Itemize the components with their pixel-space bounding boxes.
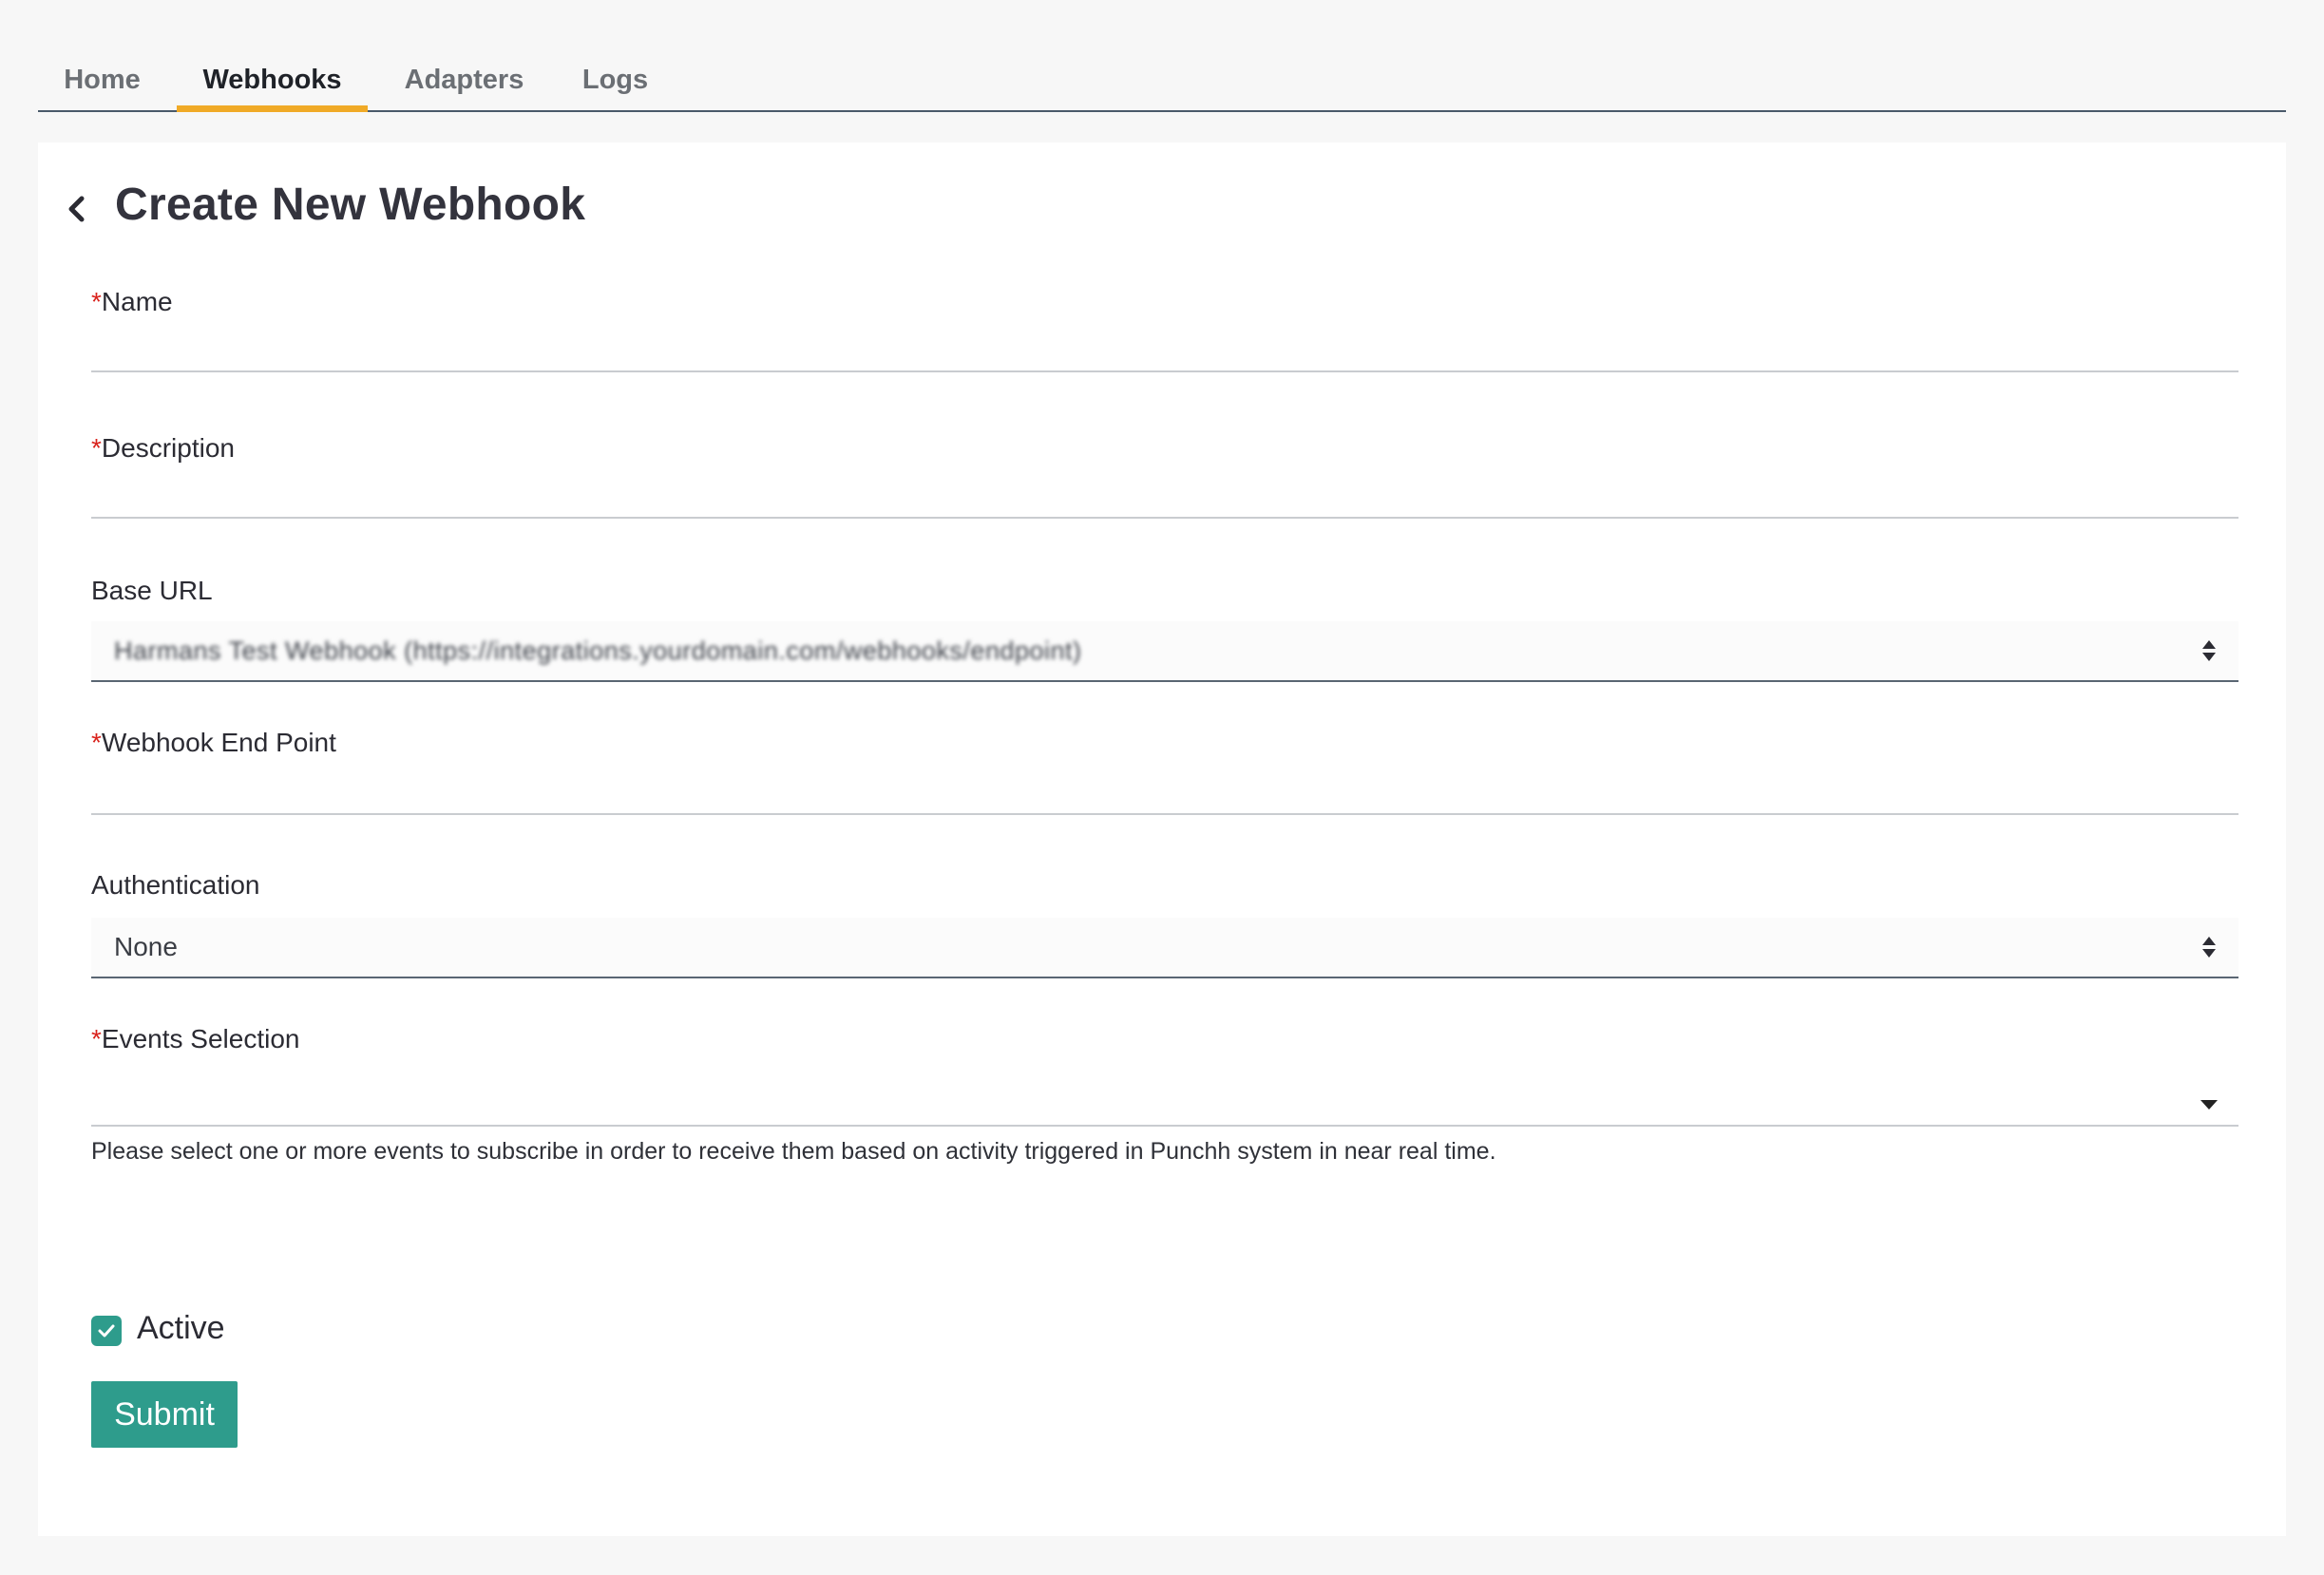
description-field-group: *Description	[91, 429, 2238, 534]
events-field-group: *Events Selection	[91, 1024, 2238, 1138]
authentication-label: Authentication	[91, 870, 260, 900]
endpoint-label-text: Webhook End Point	[101, 728, 336, 757]
name-label-text: Name	[101, 287, 173, 316]
select-arrows-icon	[2202, 640, 2216, 661]
form-card: Create New Webhook *Name *Description Ba…	[38, 142, 2286, 1536]
check-icon	[98, 1324, 115, 1338]
events-select[interactable]	[91, 1066, 2238, 1127]
tab-logs[interactable]: Logs	[560, 46, 671, 110]
submit-button[interactable]: Submit	[91, 1381, 238, 1448]
caret-down-icon	[2200, 1100, 2218, 1110]
required-marker: *	[91, 433, 102, 463]
endpoint-field-group: *Webhook End Point	[91, 724, 2238, 828]
description-label: *Description	[91, 433, 235, 464]
name-input[interactable]	[91, 331, 2238, 372]
required-marker: *	[91, 1024, 102, 1053]
name-label: *Name	[91, 287, 173, 317]
tab-adapters[interactable]: Adapters	[378, 46, 550, 110]
base-url-label: Base URL	[91, 576, 213, 605]
tab-home[interactable]: Home	[38, 46, 166, 110]
chevron-left-icon[interactable]	[59, 192, 93, 226]
active-checkbox[interactable]	[91, 1316, 122, 1346]
tab-webhooks[interactable]: Webhooks	[177, 46, 368, 112]
active-label[interactable]: Active	[137, 1310, 225, 1347]
page-title: Create New Webhook	[115, 180, 586, 230]
main-tabs: Home Webhooks Adapters Logs	[38, 46, 2286, 112]
name-field-group: *Name	[91, 283, 2238, 388]
webhook-create-page: Home Webhooks Adapters Logs Create New W…	[0, 0, 2324, 1575]
authentication-value: None	[114, 932, 178, 961]
authentication-select[interactable]: None	[91, 918, 2238, 978]
authentication-field-group: Authentication None	[91, 864, 2238, 978]
events-label-text: Events Selection	[101, 1024, 300, 1053]
description-label-text: Description	[101, 433, 235, 463]
webhook-endpoint-input[interactable]	[91, 773, 2238, 815]
base-url-field-group: Base URL Harmans Test Webhook (https://i…	[91, 568, 2238, 682]
required-marker: *	[91, 728, 102, 757]
base-url-value: Harmans Test Webhook (https://integratio…	[114, 636, 1082, 665]
events-label: *Events Selection	[91, 1024, 299, 1054]
events-help-text: Please select one or more events to subs…	[91, 1138, 1496, 1165]
description-input[interactable]	[91, 477, 2238, 519]
base-url-select[interactable]: Harmans Test Webhook (https://integratio…	[91, 621, 2238, 682]
endpoint-label: *Webhook End Point	[91, 728, 336, 758]
required-marker: *	[91, 287, 102, 316]
select-arrows-icon	[2202, 937, 2216, 958]
